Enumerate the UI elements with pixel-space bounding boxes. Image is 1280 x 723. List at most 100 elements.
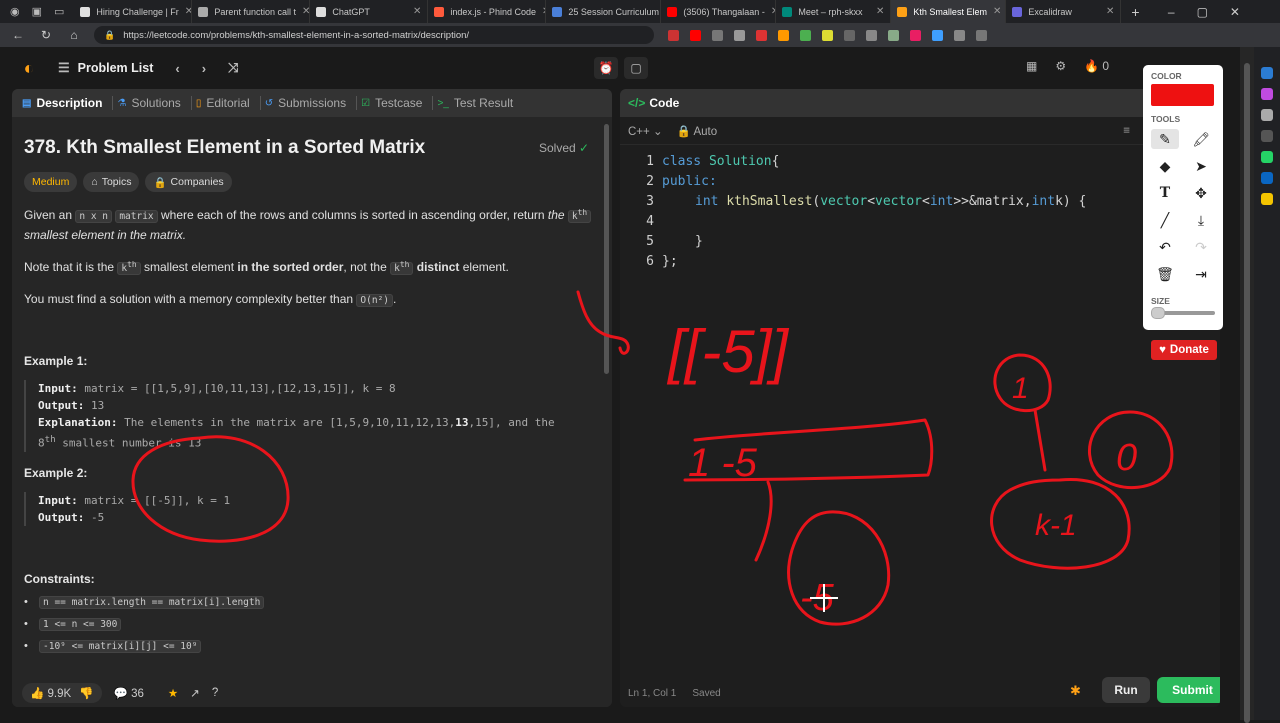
sidebar-app-icon[interactable] [1261, 109, 1273, 121]
extension-icon[interactable] [734, 29, 745, 41]
line-icon[interactable]: ╱ [1151, 210, 1179, 230]
browser-tab[interactable]: 25 Session Curriculum✕ [546, 0, 662, 23]
trash-icon[interactable]: 🗑 [1151, 264, 1179, 284]
move-icon[interactable]: ✥ [1187, 183, 1215, 203]
text-icon[interactable]: T [1151, 183, 1179, 203]
donate-button[interactable]: ♥ Donate [1151, 340, 1217, 360]
home-icon[interactable]: ⌂ [60, 28, 88, 42]
browser-tab[interactable]: Hiring Challenge | Fr ✕ [74, 0, 193, 23]
tab-editorial[interactable]: ▯ Editorial [196, 96, 261, 110]
slider-knob[interactable] [1151, 307, 1165, 319]
sidebar-app-icon[interactable] [1261, 193, 1273, 205]
url-field[interactable]: 🔒 https://leetcode.com/problems/kth-smal… [94, 26, 654, 44]
thumbs-down-icon[interactable]: 👎 [79, 686, 93, 700]
extension-icon[interactable] [668, 29, 679, 41]
extension-icon[interactable] [712, 29, 723, 41]
workspaces-icon[interactable]: ▣ [32, 5, 42, 18]
redo-icon[interactable]: ↷ [1187, 237, 1215, 257]
extension-icon[interactable] [690, 29, 701, 41]
extension-icon[interactable] [844, 29, 855, 41]
whatsapp-icon[interactable] [1261, 151, 1273, 163]
close-tab-icon[interactable]: ✕ [765, 6, 776, 17]
tab-test-result[interactable]: >_ Test Result [437, 96, 523, 110]
share-icon[interactable]: ↗ [190, 686, 200, 700]
pointer-icon[interactable]: ➤ [1187, 156, 1215, 176]
linkedin-icon[interactable] [1261, 172, 1273, 184]
notes-icon[interactable]: ▢ [624, 57, 648, 79]
browser-tab[interactable]: Excalidraw ✕ [1006, 0, 1122, 23]
profile-icon[interactable]: ◉ [10, 5, 20, 18]
help-icon[interactable]: ? [212, 687, 218, 699]
close-tab-icon[interactable]: ✕ [407, 6, 421, 17]
download-icon[interactable]: ⤓ [1187, 210, 1215, 230]
run-button[interactable]: Run [1102, 677, 1150, 703]
pencil-icon[interactable]: ✎ [1151, 129, 1179, 149]
browser-tab-active[interactable]: Kth Smallest Elem ✕ [891, 0, 1007, 23]
description-scrollbar[interactable] [604, 124, 609, 374]
page-scrollbar[interactable] [1240, 47, 1254, 723]
back-icon[interactable]: ← [4, 28, 32, 42]
extension-icon[interactable] [976, 29, 987, 41]
extension-icon[interactable] [778, 29, 789, 41]
companies-button[interactable]: 🔒 Companies [145, 172, 232, 192]
eraser-icon[interactable]: ◆ [1151, 156, 1179, 176]
submit-button[interactable]: Submit [1157, 677, 1220, 703]
close-tab-icon[interactable]: ✕ [987, 6, 1001, 17]
sidebar-app-icon[interactable] [1261, 88, 1273, 100]
exit-icon[interactable]: ⇥ [1187, 264, 1215, 284]
layout-icon[interactable]: ▦ [1026, 59, 1037, 73]
tab-description[interactable]: ▤ Description [22, 96, 114, 110]
format-icon[interactable]: ≡ [1123, 125, 1130, 137]
tab-submissions[interactable]: ↺ Submissions [265, 96, 358, 110]
close-tab-icon[interactable]: ✕ [536, 6, 545, 17]
window-controls-icon[interactable]: –▢✕ [1168, 5, 1262, 19]
extension-icon[interactable] [822, 29, 833, 41]
next-problem-icon[interactable]: › [202, 61, 206, 76]
extension-icon[interactable] [954, 29, 965, 41]
reload-icon[interactable]: ↻ [32, 28, 60, 42]
browser-tab[interactable]: ChatGPT ✕ [310, 0, 429, 23]
highlighter-icon[interactable]: 🖍 [1187, 129, 1215, 149]
browser-tab[interactable]: index.js - Phind Code✕ [428, 0, 547, 23]
extension-icon[interactable] [932, 29, 943, 41]
code-editor[interactable]: 1 class Solution { 2 public: 3 int kthSm… [620, 151, 1220, 271]
tab-solutions[interactable]: ⚗ Solutions [117, 96, 192, 110]
sidebar-app-icon[interactable] [1261, 67, 1273, 79]
browser-tab[interactable]: Meet – rph-skxx ✕ [776, 0, 892, 23]
shuffle-icon[interactable]: ⤨ [228, 60, 238, 76]
language-select[interactable]: C++ ⌄ [628, 124, 663, 138]
settings-icon[interactable]: ⚙ [1055, 59, 1066, 73]
scrollbar-thumb[interactable] [1244, 63, 1250, 723]
topics-button[interactable]: ⌂ Topics [83, 172, 140, 192]
tab-actions-icon[interactable]: ▭ [54, 5, 64, 18]
auto-mode[interactable]: 🔒 Auto [677, 124, 718, 138]
streak-counter[interactable]: 🔥 0 [1084, 59, 1109, 73]
debug-icon[interactable]: ✱ [1070, 683, 1081, 699]
new-tab-icon[interactable]: + [1131, 4, 1139, 20]
color-swatch[interactable] [1151, 84, 1214, 106]
close-tab-icon[interactable]: ✕ [870, 6, 884, 17]
sidebar-app-icon[interactable] [1261, 130, 1273, 142]
like-button[interactable]: 👍 9.9K [30, 686, 71, 700]
undo-icon[interactable]: ↶ [1151, 237, 1179, 257]
code-line: 6 }; [620, 251, 1220, 271]
close-tab-icon[interactable]: ✕ [179, 6, 192, 17]
star-icon[interactable]: ★ [168, 686, 178, 700]
timer-icon[interactable]: ⏰ [594, 57, 618, 79]
comments-button[interactable]: 💬 36 [114, 686, 144, 700]
extension-icon[interactable] [888, 29, 899, 41]
leetcode-logo-icon[interactable]: ◐ [18, 57, 40, 79]
problem-title[interactable]: 378. Kth Smallest Element in a Sorted Ma… [24, 137, 598, 159]
tab-testcase[interactable]: ☑ Testcase [361, 96, 434, 110]
size-slider[interactable] [1151, 307, 1215, 319]
extension-icon[interactable] [910, 29, 921, 41]
prev-problem-icon[interactable]: ‹ [175, 61, 179, 76]
problem-list-button[interactable]: ☰ Problem List ‹ › ⤨ [58, 60, 238, 76]
extension-icon[interactable] [866, 29, 877, 41]
extension-icon[interactable] [756, 29, 767, 41]
browser-tab[interactable]: Parent function call t ✕ [192, 0, 311, 23]
close-tab-icon[interactable]: ✕ [296, 6, 309, 17]
close-tab-icon[interactable]: ✕ [1100, 6, 1114, 17]
extension-icon[interactable] [800, 29, 811, 41]
browser-tab[interactable]: (3506) Thangalaan -✕ [661, 0, 777, 23]
